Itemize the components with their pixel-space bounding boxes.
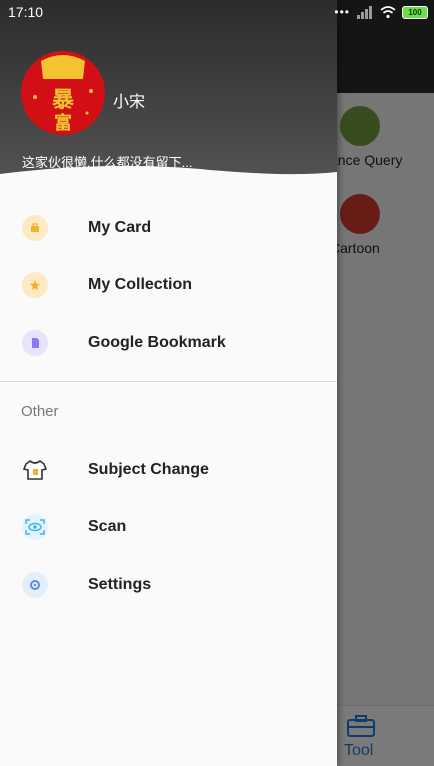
menu-label: Google Bookmark xyxy=(88,333,226,351)
svg-text:富: 富 xyxy=(54,112,72,134)
bookmark-icon xyxy=(22,329,48,356)
status-icons: ••• 100 xyxy=(334,5,428,19)
more-dots-icon: ••• xyxy=(334,5,350,19)
main-menu: My Card My Collection Google Bookmark xyxy=(0,199,337,372)
menu-item-settings[interactable]: Settings xyxy=(0,556,337,614)
user-bio: 这家伙很懒,什么都没有留下... xyxy=(22,155,193,170)
scan-icon xyxy=(22,514,48,541)
section-title-other: Other xyxy=(21,403,59,420)
status-bar: 17:10 ••• 100 xyxy=(0,0,434,24)
menu-item-my-card[interactable]: My Card xyxy=(0,199,337,257)
other-menu: Subject Change Scan Settings xyxy=(0,441,337,614)
menu-label: Subject Change xyxy=(88,460,209,478)
menu-item-google-bookmark[interactable]: Google Bookmark xyxy=(0,314,337,372)
menu-item-my-collection[interactable]: My Collection xyxy=(0,257,337,315)
tshirt-icon xyxy=(22,457,48,483)
menu-label: Scan xyxy=(88,518,127,536)
wifi-icon xyxy=(380,5,396,18)
svg-text:暴: 暴 xyxy=(51,88,75,113)
avatar[interactable]: 暴 富 xyxy=(21,51,105,135)
navigation-drawer: 暴 富 小宋 这家伙很懒,什么都没有留下... My Card My Colle… xyxy=(0,0,337,766)
menu-label: My Collection xyxy=(88,276,193,294)
menu-label: Settings xyxy=(88,575,152,593)
star-icon xyxy=(22,272,48,299)
status-time: 17:10 xyxy=(8,4,44,20)
menu-item-subject-change[interactable]: Subject Change xyxy=(0,441,337,499)
menu-label: My Card xyxy=(88,218,152,236)
battery-icon: 100 xyxy=(402,5,428,19)
menu-item-scan[interactable]: Scan xyxy=(0,499,337,557)
username[interactable]: 小宋 xyxy=(113,88,145,112)
avatar-image: 暴 富 xyxy=(21,51,105,135)
menu-divider xyxy=(0,381,337,382)
card-icon xyxy=(22,214,48,241)
gear-icon xyxy=(22,571,48,598)
signal-icon xyxy=(357,5,372,19)
